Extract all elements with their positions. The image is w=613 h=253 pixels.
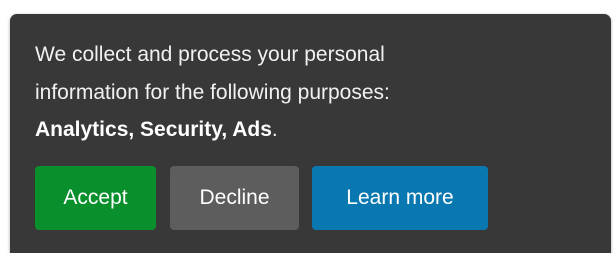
consent-message-line-1: We collect and process your personal bbox=[35, 43, 385, 66]
learn-more-button[interactable]: Learn more bbox=[312, 166, 488, 230]
consent-message-line-2: information for the following purposes: bbox=[35, 80, 390, 104]
consent-purposes: Analytics, Security, Ads bbox=[35, 118, 272, 141]
accept-button[interactable]: Accept bbox=[35, 166, 156, 230]
consent-message: We collect and process your personal inf… bbox=[35, 36, 595, 149]
consent-message-period: . bbox=[271, 118, 278, 141]
cookie-consent-banner: We collect and process your personal inf… bbox=[10, 14, 611, 253]
decline-button[interactable]: Decline bbox=[170, 166, 299, 230]
